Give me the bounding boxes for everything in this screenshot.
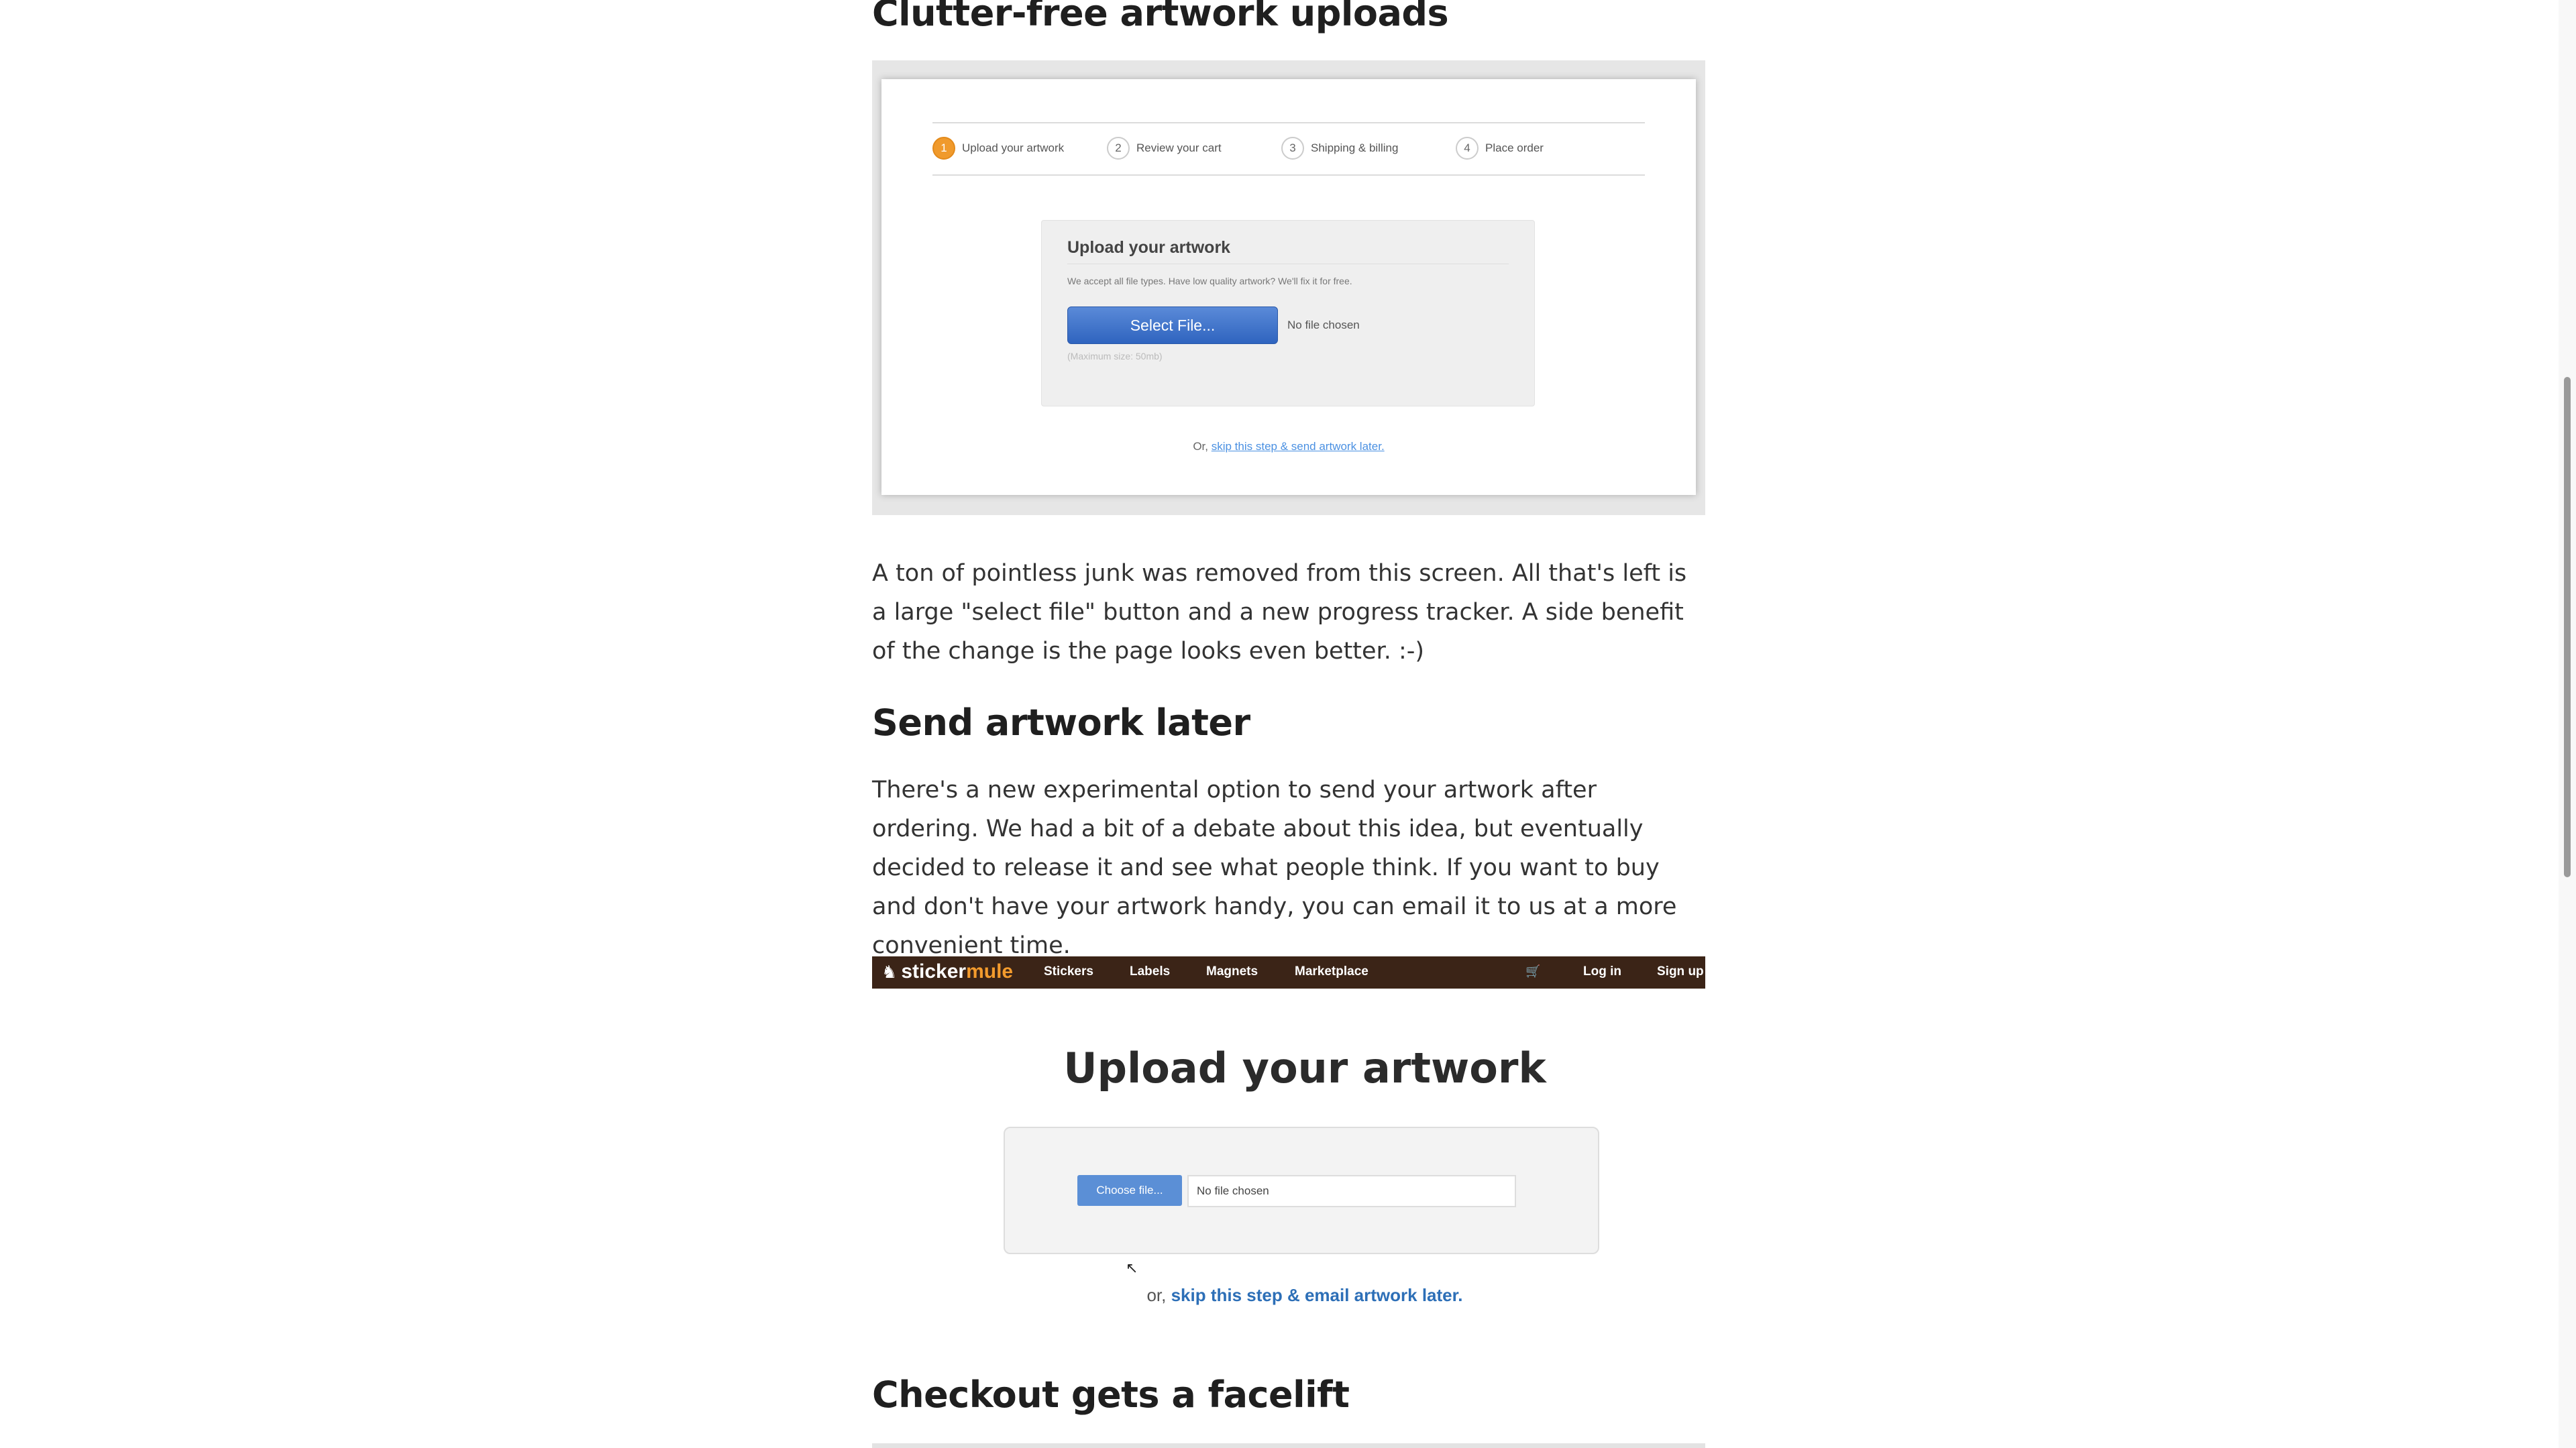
vertical-scrollbar[interactable] (2559, 0, 2576, 1448)
step-place-order: 4 Place order (1456, 137, 1544, 160)
upload-title: Upload your artwork (1067, 238, 1231, 257)
screenshot-upload-step: 1 Upload your artwork 2 Review your cart… (872, 60, 1705, 515)
upload-panel: Upload your artwork We accept all file t… (1041, 220, 1535, 406)
site-navbar: ♞ stickermule Stickers Labels Magnets Ma… (872, 956, 1705, 989)
cart-icon[interactable]: 🛒 (1525, 964, 1540, 979)
logo-text-accent: mule (966, 960, 1014, 983)
paragraph-send-later: There's a new experimental option to sen… (872, 777, 1677, 959)
no-file-label: No file chosen (1287, 319, 1360, 331)
select-file-button[interactable]: Select File... (1067, 307, 1278, 344)
nav-stickers[interactable]: Stickers (1044, 964, 1093, 979)
skip-prefix: or, (1146, 1285, 1167, 1305)
file-name-field[interactable]: No file chosen (1187, 1175, 1516, 1207)
choose-file-panel: Choose file... No file chosen (1004, 1127, 1599, 1254)
nav-magnets[interactable]: Magnets (1206, 964, 1258, 979)
skip-line: Or, skip this step & send artwork later. (881, 440, 1696, 453)
max-size-label: (Maximum size: 50mb) (1067, 351, 1163, 361)
next-image-edge (872, 1443, 1705, 1448)
heading-clutter-free: Clutter-free artwork uploads (872, 0, 1449, 34)
heading-send-later: Send artwork later (872, 702, 1250, 744)
nav-login[interactable]: Log in (1583, 964, 1621, 979)
upload-description: We accept all file types. Have low quali… (1067, 276, 1352, 286)
step-number: 2 (1107, 137, 1130, 160)
step-label: Place order (1485, 142, 1544, 154)
step-number: 4 (1456, 137, 1479, 160)
screenshot-stickermule-upload: ♞ stickermule Stickers Labels Magnets Ma… (872, 956, 1705, 1332)
stickermule-logo[interactable]: ♞ stickermule (881, 960, 1013, 983)
nav-labels[interactable]: Labels (1130, 964, 1170, 979)
step-shipping: 3 Shipping & billing (1281, 137, 1398, 160)
mouse-cursor-icon: ↖ (1126, 1260, 1138, 1276)
skip-link[interactable]: skip this step & send artwork later. (1212, 440, 1385, 453)
screenshot-frame: 1 Upload your artwork 2 Review your cart… (881, 79, 1696, 495)
scrollbar-thumb[interactable] (2564, 377, 2571, 877)
progress-tracker: 1 Upload your artwork 2 Review your cart… (932, 122, 1645, 176)
skip-prefix: Or, (1193, 440, 1208, 453)
mule-icon: ♞ (881, 961, 898, 982)
paragraph-clutter-free: A ton of pointless junk was removed from… (872, 560, 1687, 665)
nav-signup[interactable]: Sign up (1657, 964, 1704, 979)
step-label: Shipping & billing (1311, 142, 1399, 154)
upload-page-title: Upload your artwork (1063, 1044, 1546, 1093)
logo-text-main: sticker (901, 960, 967, 983)
step-review: 2 Review your cart (1107, 137, 1222, 160)
step-upload: 1 Upload your artwork (932, 137, 1064, 160)
step-label: Review your cart (1136, 142, 1222, 154)
choose-file-button[interactable]: Choose file... (1077, 1175, 1182, 1206)
nav-marketplace[interactable]: Marketplace (1295, 964, 1368, 979)
heading-checkout: Checkout gets a facelift (872, 1374, 1350, 1416)
step-number: 1 (932, 137, 955, 160)
skip-email-link[interactable]: skip this step & email artwork later. (1171, 1285, 1463, 1305)
skip-line: or, skip this step & email artwork later… (872, 1285, 1705, 1306)
step-label: Upload your artwork (962, 142, 1065, 154)
step-number: 3 (1281, 137, 1304, 160)
